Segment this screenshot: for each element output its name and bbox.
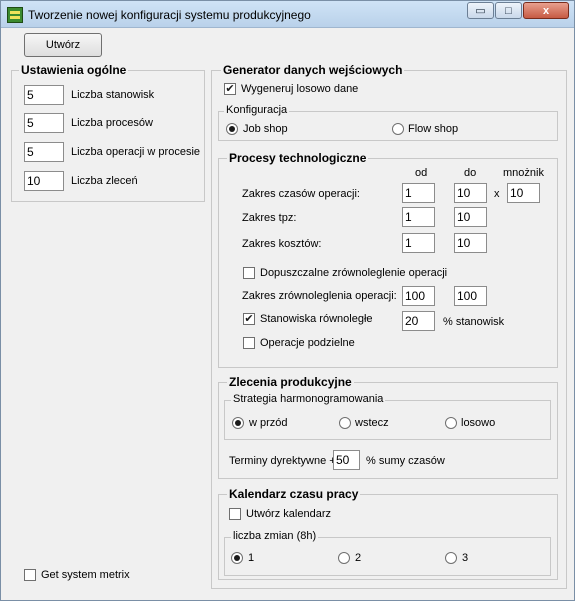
shifts-one-label[interactable]: 1 <box>248 552 254 564</box>
random-radio[interactable] <box>445 417 457 429</box>
deadline-suffix: % sumy czasów <box>366 455 445 467</box>
generator-title: Generator danych wejściowych <box>221 63 405 77</box>
window-title: Tworzenie nowej konfiguracji systemu pro… <box>28 8 311 22</box>
job-shop-radio[interactable] <box>226 123 238 135</box>
minimize-button[interactable]: ▭ <box>467 2 494 19</box>
column-to-header: do <box>464 167 477 179</box>
shifts-title: liczba zmian (8h) <box>231 530 319 542</box>
divisible-operations-label[interactable]: Operacje podzielne <box>260 337 355 349</box>
parallel-stations-checkbox[interactable]: ✔ <box>243 313 255 325</box>
backward-label[interactable]: wstecz <box>355 417 389 429</box>
multiply-sign: x <box>494 188 500 200</box>
parallel-stations-suffix: % stanowisk <box>443 316 505 328</box>
tpz-to-input[interactable]: 10 <box>454 207 487 227</box>
forward-label[interactable]: w przód <box>249 417 288 429</box>
title-bar[interactable]: Tworzenie nowej konfiguracji systemu pro… <box>1 1 574 28</box>
parallel-range-to-input[interactable]: 100 <box>454 286 487 306</box>
maximize-button[interactable]: □ <box>495 2 522 19</box>
flow-shop-label[interactable]: Flow shop <box>408 123 458 135</box>
cost-from-input[interactable]: 1 <box>402 233 435 253</box>
parallel-allowed-label[interactable]: Dopuszczalne zrównoleglenie operacji <box>260 267 447 279</box>
shifts-one-radio[interactable] <box>231 552 243 564</box>
processes-count-input[interactable]: 5 <box>24 113 64 133</box>
cost-to-input[interactable]: 10 <box>454 233 487 253</box>
stations-count-label: Liczba stanowisk <box>71 89 155 101</box>
create-calendar-checkbox[interactable] <box>229 508 241 520</box>
close-button[interactable]: x <box>523 2 569 19</box>
random-label[interactable]: losowo <box>461 417 495 429</box>
strategy-title: Strategia harmonogramowania <box>231 393 386 405</box>
calendar-title: Kalendarz czasu pracy <box>227 487 361 501</box>
deadline-input[interactable]: 50 <box>333 450 360 470</box>
tpz-from-input[interactable]: 1 <box>402 207 435 227</box>
parallel-range-label: Zakres zrównoleglenia operacji: <box>242 290 397 302</box>
parallel-stations-label[interactable]: Stanowiska równoległe <box>260 313 373 325</box>
system-metrix-checkbox[interactable] <box>24 569 36 581</box>
random-data-label[interactable]: Wygeneruj losowo dane <box>241 83 358 95</box>
cost-range-label: Zakres kosztów: <box>242 238 322 250</box>
shifts-three-label[interactable]: 3 <box>462 552 468 564</box>
flow-shop-radio[interactable] <box>392 123 404 135</box>
app-icon <box>7 7 23 23</box>
random-data-checkbox[interactable]: ✔ <box>224 83 236 95</box>
column-from-header: od <box>415 167 428 179</box>
operations-count-input[interactable]: 5 <box>24 142 64 162</box>
system-metrix-label[interactable]: Get system metrix <box>41 569 130 581</box>
operations-count-label: Liczba operacji w procesie <box>71 146 201 158</box>
backward-radio[interactable] <box>339 417 351 429</box>
parallel-allowed-checkbox[interactable] <box>243 267 255 279</box>
shifts-two-label[interactable]: 2 <box>355 552 361 564</box>
stations-count-input[interactable]: 5 <box>24 85 64 105</box>
parallel-stations-input[interactable]: 20 <box>402 311 435 331</box>
processes-count-label: Liczba procesów <box>71 117 153 129</box>
shifts-group <box>224 537 551 576</box>
divisible-operations-checkbox[interactable] <box>243 337 255 349</box>
operation-times-multiplier-input[interactable]: 10 <box>507 183 540 203</box>
orders-count-label: Liczba zleceń <box>71 175 138 187</box>
job-shop-label[interactable]: Job shop <box>243 123 288 135</box>
operation-times-from-input[interactable]: 1 <box>402 183 435 203</box>
operation-times-label: Zakres czasów operacji: <box>242 188 360 200</box>
orders-count-input[interactable]: 10 <box>24 171 64 191</box>
tpz-range-label: Zakres tpz: <box>242 212 297 224</box>
create-button[interactable]: Utwórz <box>24 33 102 57</box>
general-settings-title: Ustawienia ogólne <box>19 63 129 77</box>
configuration-title: Konfiguracja <box>224 104 290 116</box>
deadline-label: Terminy dyrektywne + <box>229 455 336 467</box>
dialog-window: Tworzenie nowej konfiguracji systemu pro… <box>0 0 575 601</box>
operation-times-to-input[interactable]: 10 <box>454 183 487 203</box>
processes-title: Procesy technologiczne <box>227 151 369 165</box>
shifts-two-radio[interactable] <box>338 552 350 564</box>
column-multiplier-header: mnożnik <box>503 167 544 179</box>
shifts-three-radio[interactable] <box>445 552 457 564</box>
create-calendar-label[interactable]: Utwórz kalendarz <box>246 508 331 520</box>
production-orders-title: Zlecenia produkcyjne <box>227 375 354 389</box>
forward-radio[interactable] <box>232 417 244 429</box>
parallel-range-from-input[interactable]: 100 <box>402 286 435 306</box>
